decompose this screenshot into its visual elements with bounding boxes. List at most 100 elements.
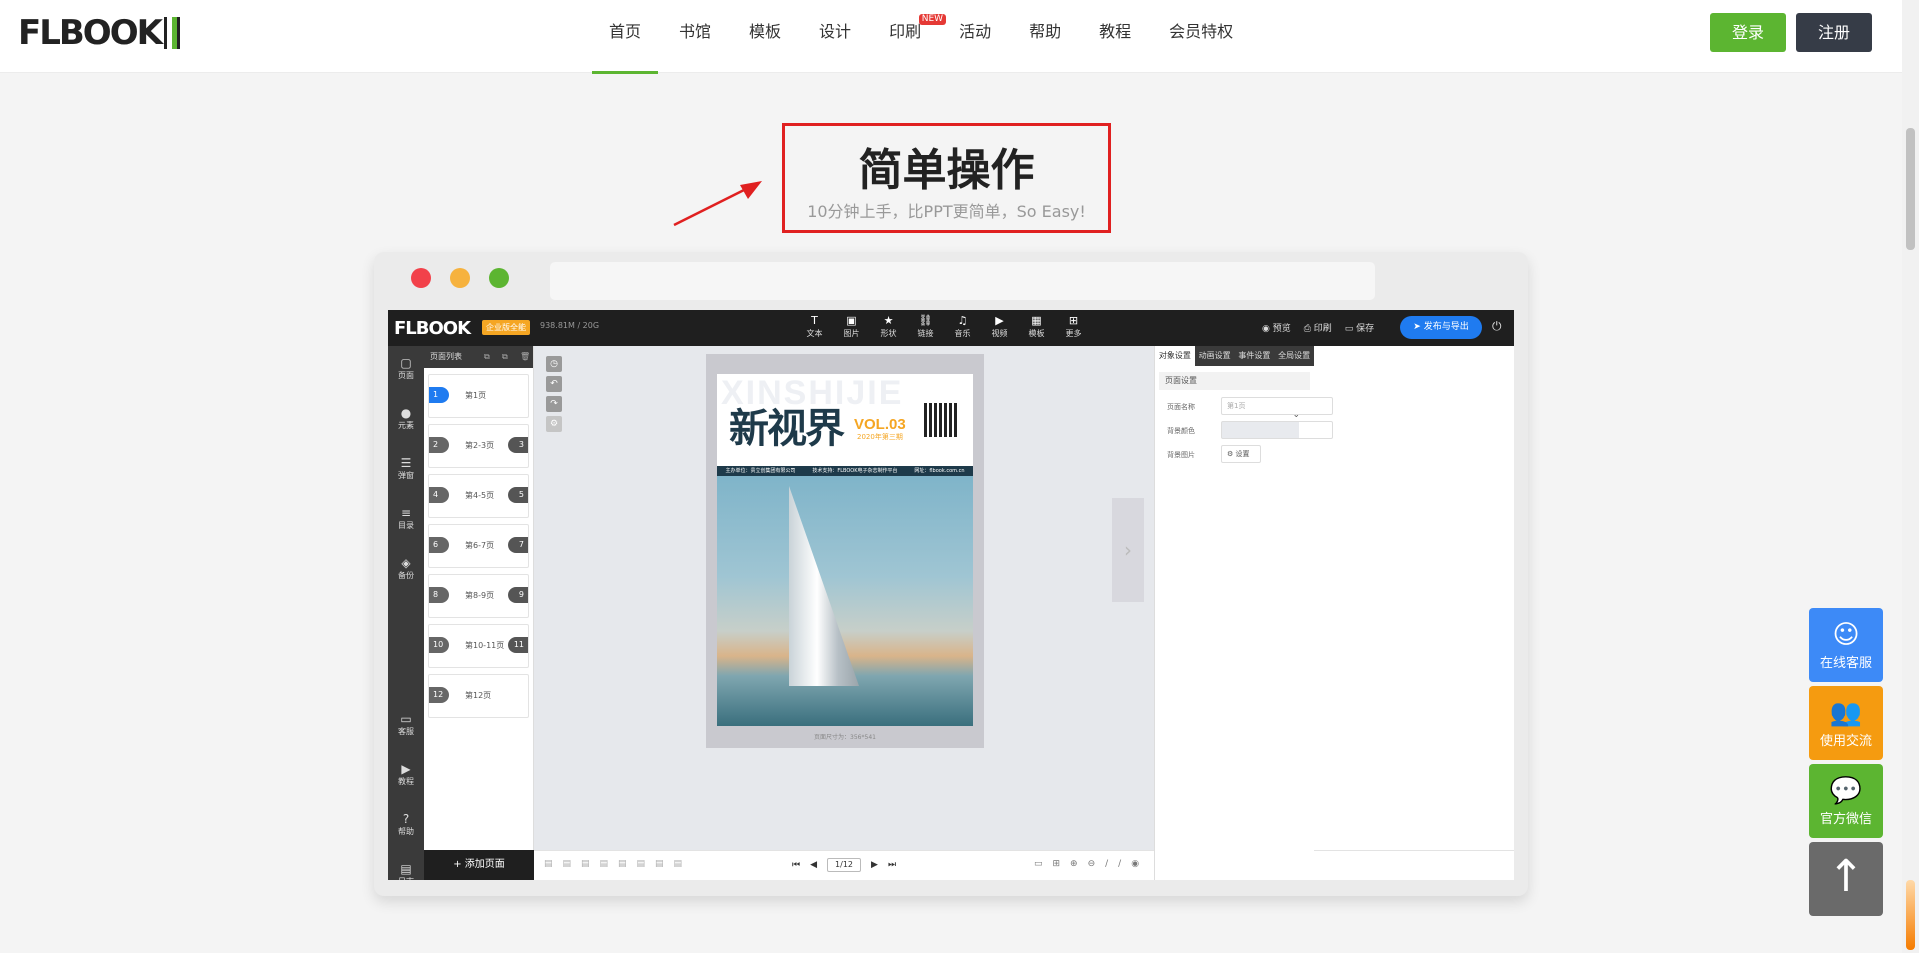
nav-tutorials-label: 教程 — [1099, 22, 1132, 41]
page-name-field[interactable]: 第1页 — [1221, 397, 1333, 415]
page-thumb[interactable]: 2 第2-3页 3 — [428, 424, 529, 468]
register-button[interactable]: 注册 — [1796, 13, 1872, 52]
nav-events[interactable]: 活动 — [940, 0, 1010, 73]
next-page-arrow-icon[interactable]: › — [1112, 498, 1144, 602]
tool-image[interactable]: ▣ 图片 — [833, 314, 870, 339]
page-thumb[interactable]: 4 第4-5页 5 — [428, 474, 529, 518]
page-number-right: 7 — [508, 537, 528, 553]
scrollbar-thumb[interactable] — [1906, 128, 1915, 250]
tab-event-settings[interactable]: 事件设置 — [1235, 346, 1275, 366]
cover-title: 新视界 — [729, 405, 845, 452]
sidebar-item-toc[interactable]: ≡ 目录 — [388, 496, 424, 546]
sidebar-item-label: 帮助 — [398, 827, 414, 836]
page-thumb[interactable]: 12 第12页 — [428, 674, 529, 718]
add-page-button[interactable]: + 添加页面 — [424, 850, 534, 880]
section-title: 简单操作 — [858, 145, 1035, 196]
sidebar-item-popups[interactable]: ☰ 弹窗 — [388, 446, 424, 496]
page-thumb[interactable]: 10 第10-11页 11 — [428, 624, 529, 668]
user-community-button[interactable]: 👥 使用交流 — [1809, 686, 1883, 760]
prev-page-icon[interactable]: ◀ — [810, 860, 817, 870]
float-button-label: 官方微信 — [1819, 812, 1872, 827]
sidebar-item-tutorial[interactable]: ▶ 教程 — [388, 752, 424, 802]
tool-video[interactable]: ▶ 视频 — [981, 314, 1018, 339]
save-button[interactable]: ▭ 保存 — [1345, 321, 1374, 334]
last-page-icon[interactable]: ⏭ — [888, 860, 896, 870]
tab-global-settings[interactable]: 全局设置 — [1274, 346, 1314, 366]
page-scrollbar[interactable] — [1902, 0, 1919, 953]
publish-export-button[interactable]: ➤ 发布与导出 — [1400, 316, 1482, 339]
sidebar-item-label: 元素 — [398, 421, 414, 430]
tool-music[interactable]: ♫ 音乐 — [944, 314, 981, 339]
tab-object-settings[interactable]: 对象设置 — [1155, 346, 1195, 366]
sidebar-item-support[interactable]: ▭ 客服 — [388, 702, 424, 752]
nav-print[interactable]: 印刷 NEW — [870, 0, 947, 73]
official-wechat-button[interactable]: 💬 官方微信 — [1809, 764, 1883, 838]
trash-icon[interactable]: 🗑 — [520, 346, 530, 368]
nav-tutorials[interactable]: 教程 — [1080, 0, 1150, 73]
editor-tools: T 文本 ▣ 图片 ★ 形状 ⛓ 链接 ♫ 音乐 ▶ 视频 ▦ 模板 ⊞ 更多 — [796, 314, 1092, 339]
tool-label: 形状 — [880, 329, 897, 338]
tool-more[interactable]: ⊞ 更多 — [1055, 314, 1092, 339]
float-button-label: 在线客服 — [1819, 656, 1872, 671]
sidebar-item-log[interactable]: ▤日志 — [388, 852, 424, 880]
redo-icon[interactable]: ↷ — [546, 396, 562, 412]
print-button[interactable]: ⎙ 印刷 — [1304, 321, 1332, 334]
page-label: 第2-3页 — [465, 441, 495, 450]
editor-sidebar: ▢页面 ●元素 ☰弹窗 ≡目录 ◈备份 ▭客服 ▶教程 ?帮助 ▤日志 — [388, 346, 424, 880]
nav-help-label: 帮助 — [1029, 22, 1062, 41]
tool-text[interactable]: T 文本 — [796, 314, 833, 339]
magazine-cover[interactable]: XINSHIJIE 新视界 VOL.03 2020年第三期 主办单位：贵立创集团… — [717, 374, 973, 726]
properties-panel: 对象设置 动画设置 事件设置 全局设置 页面设置 ⌄ 页面名称 第1页 背景颜色 背… — [1154, 346, 1333, 880]
tool-template[interactable]: ▦ 模板 — [1018, 314, 1055, 339]
tool-shape[interactable]: ★ 形状 — [870, 314, 907, 339]
bg-color-picker[interactable] — [1221, 421, 1333, 439]
nav-design[interactable]: 设计 — [800, 0, 870, 73]
field-label: 背景图片 — [1167, 451, 1195, 459]
page-number-input[interactable]: 1/12 — [827, 858, 862, 872]
next-page-icon[interactable]: ▶ — [871, 860, 878, 870]
popup-icon: ☰ — [400, 456, 412, 470]
sidebar-bottom: ▭客服 ▶教程 ?帮助 ▤日志 — [388, 702, 424, 880]
sidebar-item-backup[interactable]: ◈ 备份 — [388, 546, 424, 596]
align-tools-icon[interactable]: ▤▤▤▤▤▤▤▤ — [544, 859, 692, 869]
page-thumb[interactable]: 6 第6-7页 7 — [428, 524, 529, 568]
history-icon[interactable]: ◷ — [546, 356, 562, 372]
sidebar-item-pages[interactable]: ▢ 页面 — [388, 346, 424, 396]
online-support-button[interactable]: ☺ 在线客服 — [1809, 608, 1883, 682]
back-to-top-button[interactable]: ↑ — [1809, 842, 1883, 916]
nav-membership[interactable]: 会员特权 — [1150, 0, 1252, 73]
zoom-tools-icon[interactable]: ▭⊞⊕⊖∕∕◉ — [1034, 859, 1149, 869]
first-page-icon[interactable]: ⏮ — [792, 860, 800, 870]
page-thumb[interactable]: 1 第1页 — [428, 374, 529, 418]
undo-icon[interactable]: ↶ — [546, 376, 562, 392]
page-icon: ▢ — [400, 356, 412, 370]
tab-animation-settings[interactable]: 动画设置 — [1195, 346, 1235, 366]
site-logo[interactable]: FLBOOK — [18, 13, 180, 53]
power-icon[interactable]: ⏻ — [1492, 319, 1502, 334]
duplicate-icon[interactable]: ⧉ — [502, 346, 508, 368]
cover-info-strip: 主办单位：贵立创集团有限公司 技术支持：FLBOOK电子杂志制作平台 网址：fl… — [717, 466, 973, 476]
page-thumb[interactable]: 8 第8-9页 9 — [428, 574, 529, 618]
preview-button[interactable]: ◉ 预览 — [1262, 321, 1291, 334]
nav-membership-label: 会员特权 — [1169, 22, 1234, 41]
sidebar-item-help[interactable]: ? 帮助 — [388, 802, 424, 852]
template-icon: ▦ — [1031, 314, 1042, 327]
nav-help[interactable]: 帮助 — [1010, 0, 1080, 73]
image-icon: ▣ — [846, 314, 857, 327]
editor-toolbar: FLBOOK 企业版全能 938.81M / 20G T 文本 ▣ 图片 ★ 形状 ⛓… — [388, 310, 1514, 346]
tool-link[interactable]: ⛓ 链接 — [907, 314, 944, 339]
sidebar-item-label: 教程 — [398, 777, 414, 786]
sidebar-item-elements[interactable]: ● 元素 — [388, 396, 424, 446]
settings-icon[interactable]: ⚙ — [546, 416, 562, 432]
log-icon: ▤ — [400, 862, 412, 876]
page-number-right: 11 — [508, 637, 528, 653]
nav-templates[interactable]: 模板 — [730, 0, 800, 73]
copy-icon[interactable]: ⧉ — [484, 346, 490, 368]
login-button[interactable]: 登录 — [1710, 13, 1786, 52]
page-number: 10 — [429, 637, 449, 653]
page-settings-section[interactable]: 页面设置 ⌄ — [1159, 372, 1310, 420]
bg-image-settings-button[interactable]: ⚙ 设置 — [1221, 445, 1261, 463]
nav-library[interactable]: 书馆 — [660, 0, 730, 73]
tool-label: 更多 — [1065, 329, 1082, 338]
nav-home[interactable]: 首页 — [590, 0, 660, 74]
